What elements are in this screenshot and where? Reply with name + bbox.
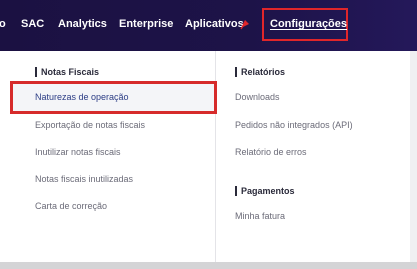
menu-item-carta-de-correcao[interactable]: Carta de correção <box>35 201 107 211</box>
section-title-pagamentos: Pagamentos <box>241 186 295 196</box>
menu-item-exportacao-notas-fiscais[interactable]: Exportação de notas fiscais <box>35 120 145 130</box>
nav-item-partial[interactable]: o <box>0 18 6 30</box>
top-navigation-bar: o SAC Analytics Enterprise Aplicativos C… <box>0 0 417 51</box>
scrollbar[interactable] <box>410 51 417 262</box>
nav-item-configuracoes[interactable]: Configurações <box>270 18 347 30</box>
section-marker <box>235 67 237 77</box>
menu-item-relatorio-de-erros[interactable]: Relatório de erros <box>235 147 307 157</box>
section-title-notas-fiscais: Notas Fiscais <box>41 67 100 77</box>
nav-item-analytics[interactable]: Analytics <box>58 18 107 30</box>
menu-item-minha-fatura[interactable]: Minha fatura <box>235 211 285 221</box>
menu-item-downloads[interactable]: Downloads <box>235 92 280 102</box>
section-title-relatorios: Relatórios <box>241 67 286 77</box>
rocket-icon <box>240 20 249 30</box>
settings-dropdown-menu: Notas Fiscais Naturezas de operação Expo… <box>0 51 417 262</box>
menu-item-notas-fiscais-inutilizadas[interactable]: Notas fiscais inutilizadas <box>35 174 133 184</box>
nav-item-aplicativos[interactable]: Aplicativos <box>185 18 244 30</box>
menu-item-pedidos-nao-integrados[interactable]: Pedidos não integrados (API) <box>235 120 353 130</box>
menu-item-inutilizar-notas-fiscais[interactable]: Inutilizar notas fiscais <box>35 147 121 157</box>
page-bottom-strip <box>0 262 417 269</box>
nav-item-enterprise[interactable]: Enterprise <box>119 18 173 30</box>
menu-item-naturezas-de-operacao[interactable]: Naturezas de operação <box>35 92 129 102</box>
section-marker <box>235 186 237 196</box>
nav-item-sac[interactable]: SAC <box>21 18 44 30</box>
section-marker <box>35 67 37 77</box>
